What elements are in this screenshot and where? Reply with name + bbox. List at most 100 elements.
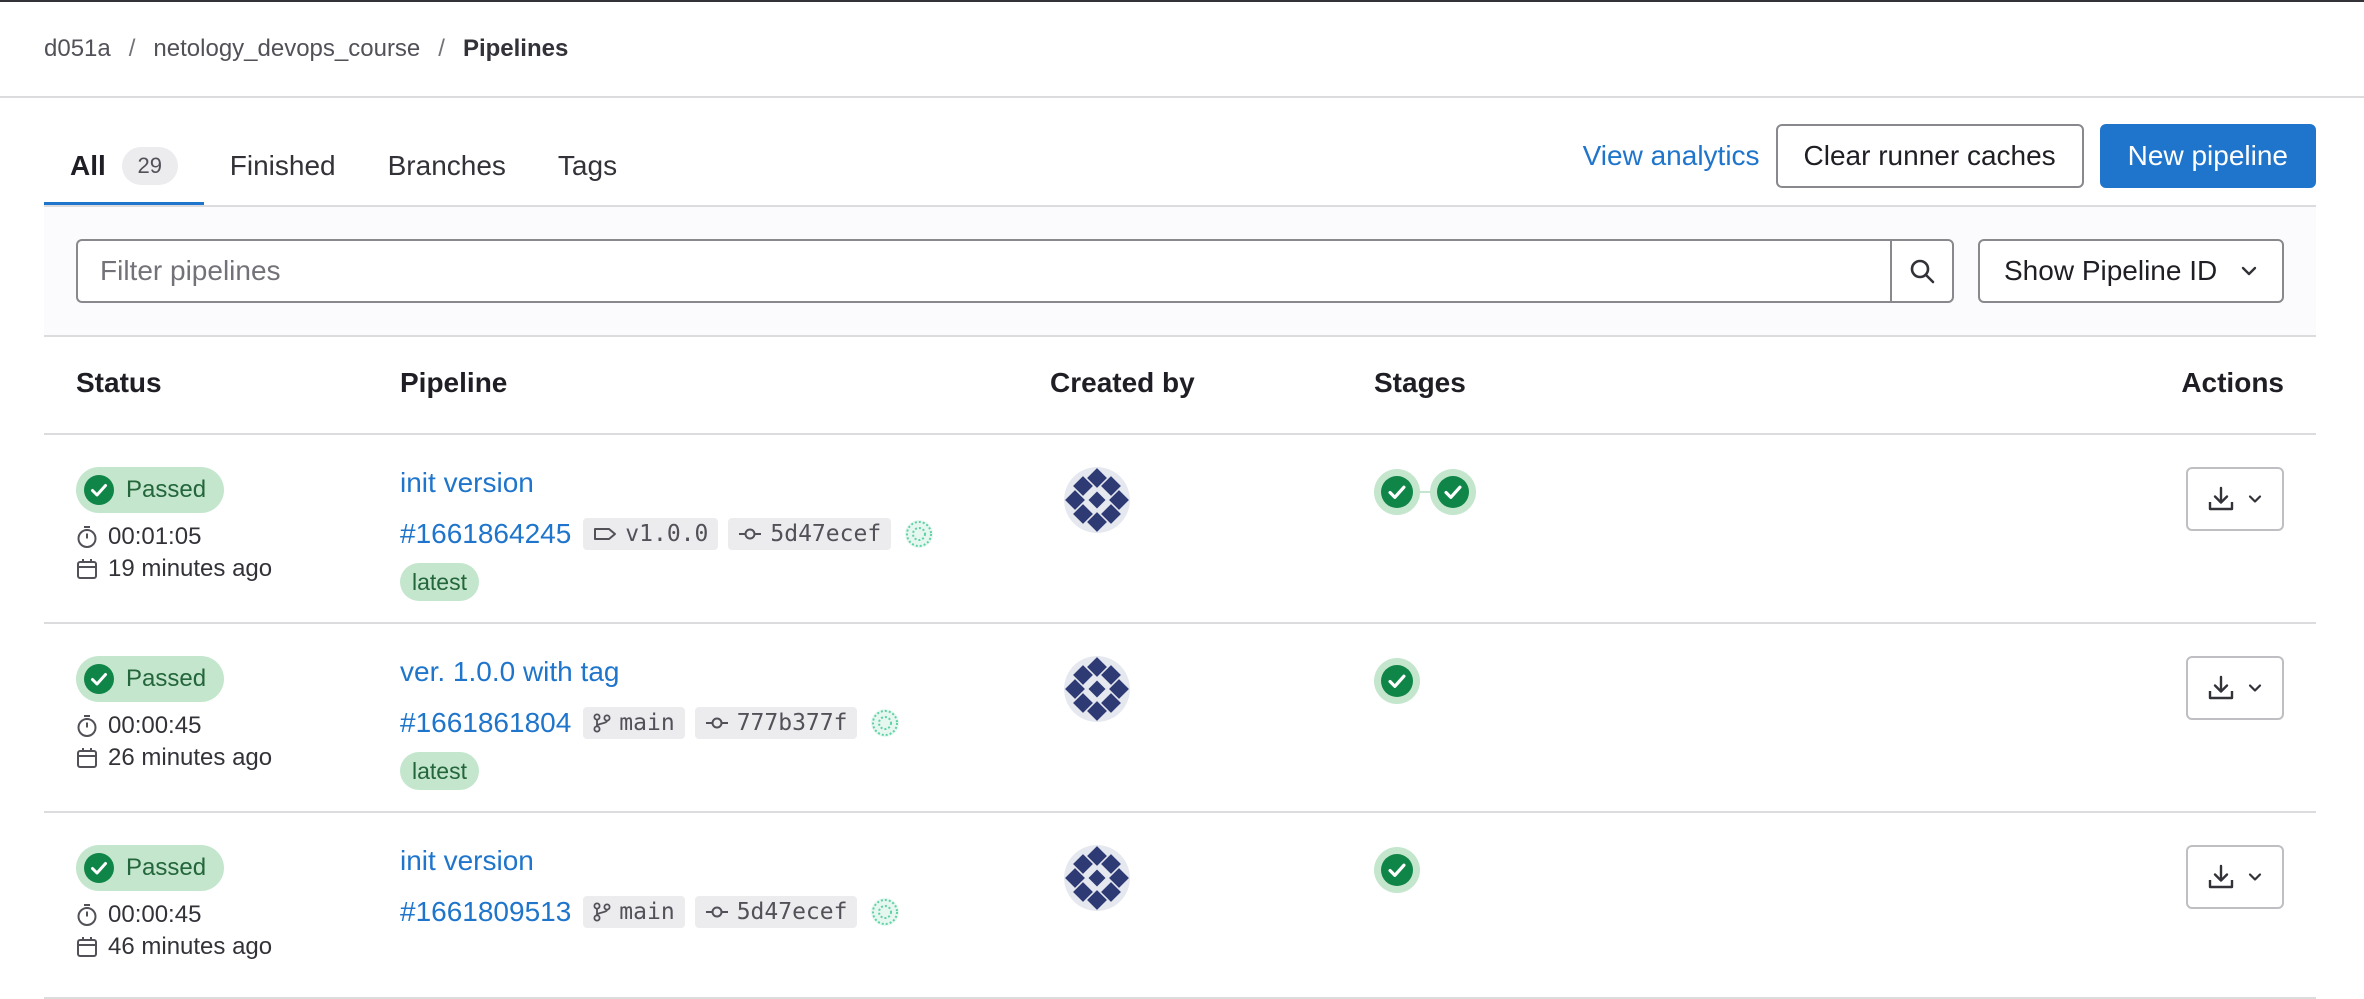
- pipeline-stages: [1374, 469, 1476, 515]
- breadcrumb: d051a / netology_devops_course / Pipelin…: [44, 34, 568, 64]
- commit-icon: [705, 906, 728, 918]
- breadcrumb-separator: /: [438, 35, 445, 62]
- breadcrumb-item-project[interactable]: netology_devops_course: [153, 35, 420, 63]
- commit-icon: [705, 717, 728, 729]
- tab-tags[interactable]: Tags: [532, 126, 643, 206]
- stage-status[interactable]: [1374, 658, 1420, 704]
- chevron-down-icon: [2248, 684, 2262, 692]
- duration-value: 00:00:45: [108, 901, 202, 928]
- chevron-down-icon: [2241, 266, 2257, 276]
- finished-time: 46 minutes ago: [76, 933, 272, 961]
- pipeline-meta: #1661809513 main 5d47ecef: [400, 895, 901, 929]
- download-artifacts-dropdown[interactable]: [2186, 656, 2284, 720]
- column-actions: Actions: [2181, 367, 2284, 398]
- branch-ref-chip[interactable]: main: [583, 707, 685, 739]
- status-success-icon: [84, 853, 114, 883]
- pipeline-meta: #1661864245 v1.0.0 5d47ecef: [400, 517, 935, 551]
- commit-sha-chip[interactable]: 777b377f: [694, 707, 858, 739]
- duration: 00:01:05: [76, 523, 201, 551]
- pipeline-stages: [1374, 847, 1420, 893]
- ref-name: main: [619, 710, 675, 736]
- commit-sha: 5d47ecef: [770, 521, 882, 547]
- commit-author-avatar-icon[interactable]: [903, 518, 935, 550]
- timer-icon: [77, 715, 97, 737]
- calendar-icon: [77, 937, 97, 957]
- tab-all[interactable]: All 29: [44, 126, 204, 206]
- tab-all-label: All: [70, 150, 106, 181]
- finished-value: 19 minutes ago: [108, 555, 273, 582]
- table-row: Passed 00:00:45 46 minutes ago init vers…: [44, 813, 2316, 999]
- table-header: Status Pipeline Created by Stages Action…: [44, 337, 2316, 435]
- tag-ref-chip[interactable]: v1.0.0: [583, 518, 719, 550]
- breadcrumb-item-group[interactable]: d051a: [44, 35, 111, 63]
- filter-search-button[interactable]: [1890, 239, 1954, 303]
- pipeline-title-link[interactable]: init version: [400, 845, 534, 877]
- duration: 00:00:45: [76, 712, 201, 740]
- finished-time: 26 minutes ago: [76, 744, 272, 772]
- status-success-icon: [84, 664, 114, 694]
- branch-ref-chip[interactable]: main: [583, 896, 685, 928]
- download-icon: [2208, 675, 2234, 700]
- column-pipeline: Pipeline: [400, 367, 508, 398]
- pipeline-meta: #1661861804 main 777b377f: [400, 706, 901, 740]
- filter-pipelines-input[interactable]: Filter pipelines: [76, 239, 1892, 303]
- user-avatar[interactable]: [1064, 656, 1130, 722]
- breadcrumb-divider: [0, 96, 2364, 98]
- pipeline-title-link[interactable]: ver. 1.0.0 with tag: [400, 656, 619, 688]
- commit-sha-chip[interactable]: 5d47ecef: [728, 518, 892, 550]
- clear-runner-caches-button[interactable]: Clear runner caches: [1775, 124, 2084, 188]
- chevron-down-icon: [2248, 495, 2262, 503]
- commit-sha: 5d47ecef: [736, 899, 848, 925]
- commit-author-avatar-icon[interactable]: [869, 707, 901, 739]
- commit-sha-chip[interactable]: 5d47ecef: [694, 896, 858, 928]
- search-icon: [1910, 259, 1935, 284]
- tab-branches[interactable]: Branches: [362, 126, 532, 206]
- finished-value: 26 minutes ago: [108, 744, 273, 771]
- status-badge[interactable]: Passed: [76, 656, 225, 702]
- latest-badge: latest: [400, 752, 479, 790]
- ref-name: main: [619, 899, 675, 925]
- branch-icon: [593, 713, 611, 733]
- status-success-icon: [84, 475, 114, 505]
- pipeline-id-link[interactable]: #1661861804: [400, 707, 571, 739]
- ref-name: v1.0.0: [625, 521, 709, 547]
- timer-icon: [77, 904, 97, 926]
- table-row: Passed 00:00:45 26 minutes ago ver. 1.0.…: [44, 624, 2316, 813]
- download-artifacts-dropdown[interactable]: [2186, 845, 2284, 909]
- user-avatar[interactable]: [1064, 467, 1130, 533]
- status-badge[interactable]: Passed: [76, 845, 225, 891]
- status-label: Passed: [126, 854, 207, 881]
- status-badge[interactable]: Passed: [76, 467, 225, 513]
- pipeline-id-link[interactable]: #1661809513: [400, 896, 571, 928]
- breadcrumb-separator: /: [128, 35, 136, 62]
- tag-icon: [594, 528, 617, 540]
- finished-value: 46 minutes ago: [108, 933, 273, 960]
- column-created-by: Created by: [1050, 367, 1195, 398]
- user-avatar[interactable]: [1064, 845, 1130, 911]
- status-label: Passed: [126, 476, 207, 503]
- status-success-icon: [1437, 476, 1469, 508]
- finished-time: 19 minutes ago: [76, 555, 272, 583]
- commit-author-avatar-icon[interactable]: [869, 896, 901, 928]
- filter-bar: Filter pipelines Show Pipeline ID: [44, 207, 2316, 337]
- stage-status[interactable]: [1374, 847, 1420, 893]
- status-success-icon: [1381, 854, 1413, 886]
- stage-connector: [1420, 491, 1430, 493]
- pipeline-id-link[interactable]: #1661864245: [400, 518, 571, 550]
- stage-status[interactable]: [1374, 469, 1420, 515]
- pipeline-title-link[interactable]: init version: [400, 467, 534, 499]
- download-artifacts-dropdown[interactable]: [2186, 467, 2284, 531]
- status-success-icon: [1381, 665, 1413, 697]
- duration-value: 00:00:45: [108, 712, 202, 739]
- show-pipeline-id-dropdown[interactable]: Show Pipeline ID: [1978, 239, 2284, 303]
- tab-finished[interactable]: Finished: [204, 126, 362, 206]
- duration-value: 00:01:05: [108, 523, 202, 550]
- status-label: Passed: [126, 665, 207, 692]
- view-analytics-link[interactable]: View analytics: [1583, 140, 1760, 172]
- duration: 00:00:45: [76, 901, 201, 929]
- tab-all-count-badge: 29: [121, 147, 178, 185]
- stage-status[interactable]: [1430, 469, 1476, 515]
- breadcrumb-current[interactable]: Pipelines: [463, 35, 568, 63]
- header-actions: View analytics Clear runner caches New p…: [1583, 124, 2316, 188]
- new-pipeline-button[interactable]: New pipeline: [2099, 124, 2316, 188]
